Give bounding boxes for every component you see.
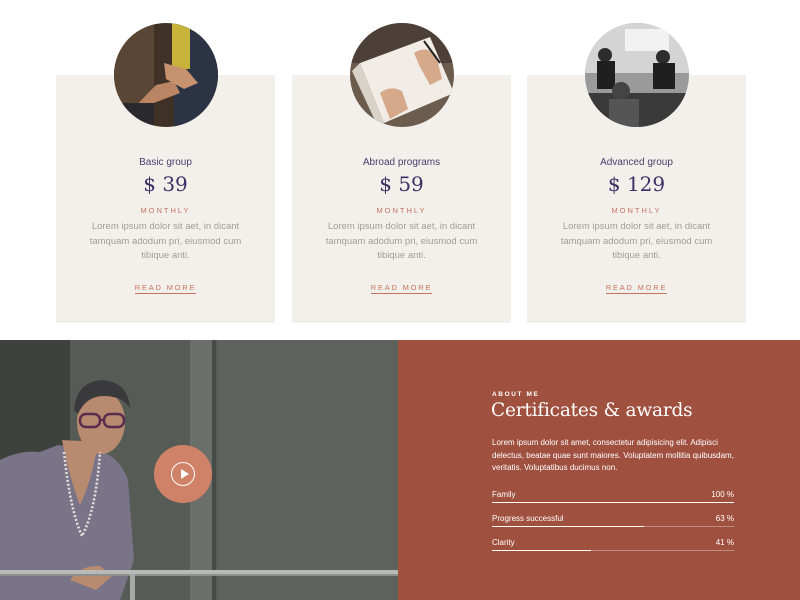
card-period: MONTHLY [140, 206, 191, 215]
skill-progress-successful: Progress successful 63 % [492, 514, 734, 528]
card-photo-notebook [349, 23, 454, 127]
card-period: MONTHLY [376, 206, 427, 215]
read-more-link[interactable]: READ MORE [134, 283, 197, 294]
pricing-card-abroad: Abroad programs $ 59 MONTHLY Lorem ipsum… [292, 23, 511, 323]
section-description: Lorem ipsum dolor sit amet, consectetur … [492, 438, 734, 473]
pricing-section: Basic group $ 39 MONTHLY Lorem ipsum dol… [0, 0, 800, 340]
skill-progress-fill [492, 526, 645, 527]
play-video-button[interactable] [154, 445, 212, 503]
skill-label: Clarity [492, 538, 515, 547]
card-photo-handshake [113, 23, 218, 127]
card-plan-name: Abroad programs [362, 157, 441, 168]
skill-family: Family 100 % [492, 490, 734, 504]
read-more-link[interactable]: READ MORE [370, 283, 433, 294]
card-plan-name: Basic group [139, 157, 192, 168]
card-price: $ 39 [143, 172, 188, 196]
about-panel: ABOUT ME Certificates & awards Lorem ips… [398, 340, 800, 600]
pricing-card-advanced: Advanced group $ 129 MONTHLY Lorem ipsum… [527, 23, 746, 323]
about-photo [0, 340, 398, 600]
section-eyebrow: ABOUT ME [492, 391, 540, 398]
skill-progress-fill [492, 502, 734, 503]
card-photo-group [584, 23, 689, 127]
card-price: $ 59 [379, 172, 424, 196]
about-section: ABOUT ME Certificates & awards Lorem ips… [0, 340, 800, 600]
play-icon [181, 469, 189, 479]
card-period: MONTHLY [611, 206, 662, 215]
skill-label: Progress successful [492, 514, 564, 523]
skill-percent: 41 % [715, 538, 734, 547]
skill-progress-fill [492, 550, 592, 551]
card-description: Lorem ipsum dolor sit aet, in dicant tam… [325, 221, 478, 262]
card-plan-name: Advanced group [600, 157, 673, 168]
card-description: Lorem ipsum dolor sit aet, in dicant tam… [560, 221, 713, 262]
card-description: Lorem ipsum dolor sit aet, in dicant tam… [89, 221, 242, 262]
skill-progress-track [492, 550, 734, 551]
skill-percent: 63 % [715, 514, 734, 523]
skill-clarity: Clarity 41 % [492, 538, 734, 552]
skill-progress-track [492, 526, 734, 527]
skill-label: Family [492, 490, 516, 499]
pricing-card-basic: Basic group $ 39 MONTHLY Lorem ipsum dol… [56, 23, 275, 323]
section-title: Certificates & awards [491, 400, 693, 421]
card-price: $ 129 [607, 172, 666, 196]
read-more-link[interactable]: READ MORE [605, 283, 668, 294]
skill-percent: 100 % [711, 490, 734, 499]
skill-progress-track [492, 502, 734, 503]
